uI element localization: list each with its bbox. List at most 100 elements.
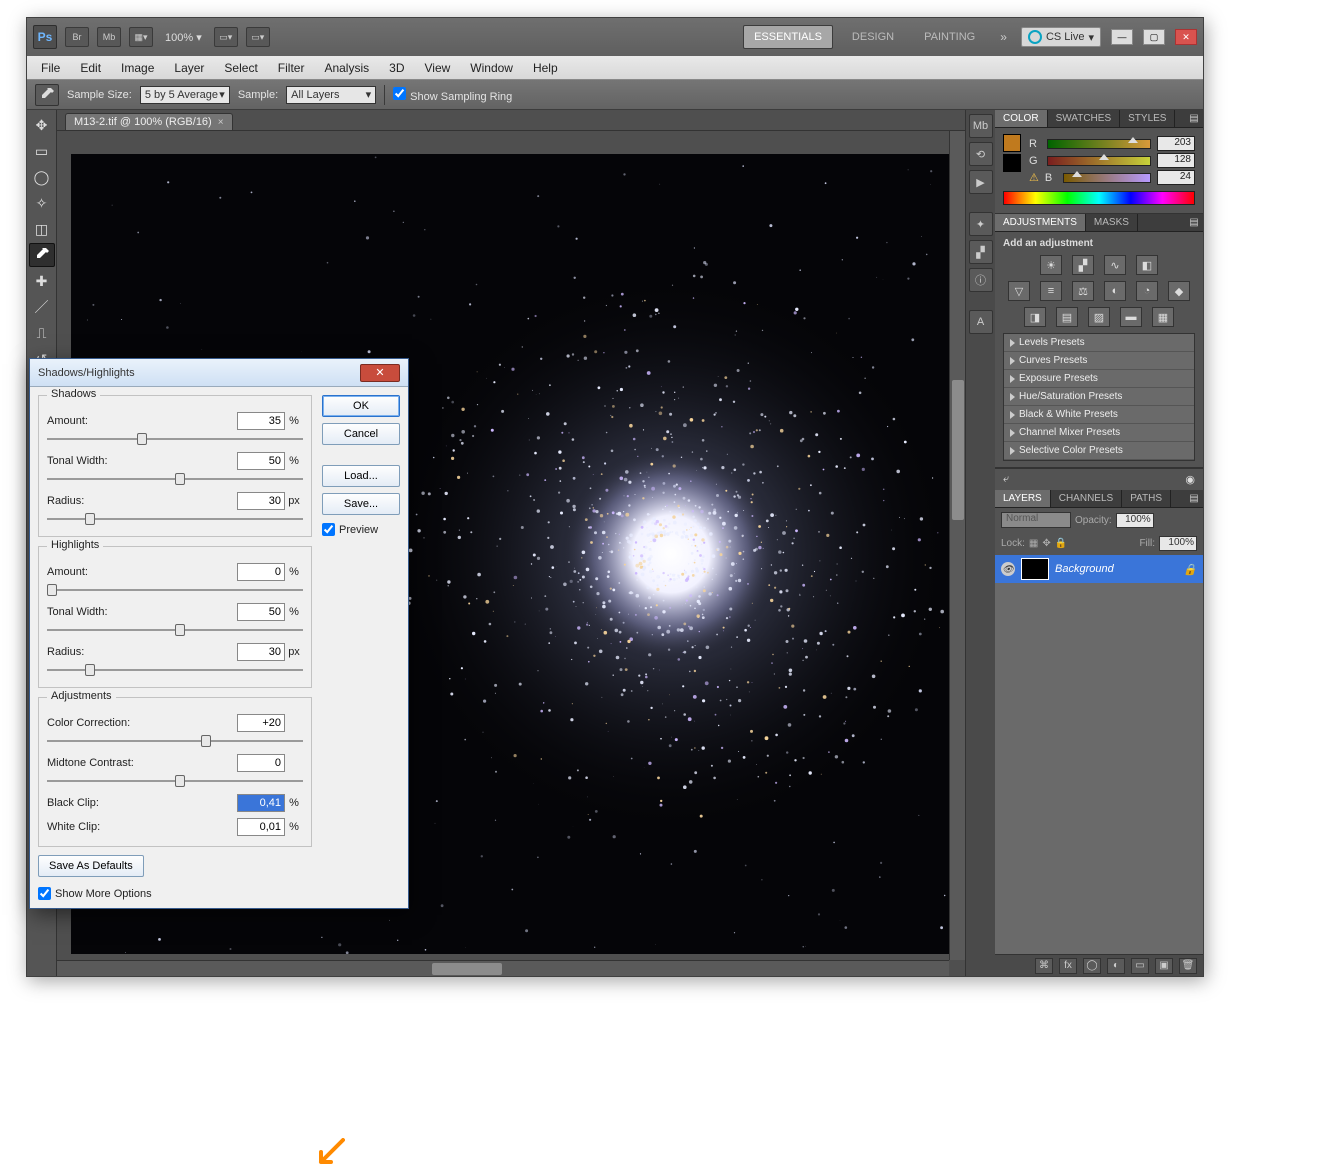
- adj-thresh-icon[interactable]: ▨: [1088, 307, 1110, 327]
- highlights-radius-input[interactable]: [237, 643, 285, 661]
- foreground-swatch[interactable]: [1003, 134, 1021, 152]
- r-slider[interactable]: [1047, 139, 1151, 149]
- window-close[interactable]: ✕: [1175, 29, 1197, 45]
- extras-icon[interactable]: ▭▾: [246, 27, 270, 47]
- document-tab-close[interactable]: ×: [218, 117, 224, 128]
- document-tab[interactable]: M13-2.tif @ 100% (RGB/16) ×: [65, 113, 233, 130]
- arrange-icon[interactable]: ▦▾: [129, 27, 153, 47]
- g-value[interactable]: 128: [1157, 153, 1195, 168]
- window-maximize[interactable]: ▢: [1143, 29, 1165, 45]
- mask-icon[interactable]: ◯: [1083, 958, 1101, 974]
- adj-invert-icon[interactable]: ◨: [1024, 307, 1046, 327]
- lock-position-icon[interactable]: ✥: [1042, 538, 1050, 549]
- tab-masks[interactable]: MASKS: [1086, 214, 1138, 231]
- tab-paths[interactable]: PATHS: [1122, 490, 1171, 507]
- adj-gradmap-icon[interactable]: ▬: [1120, 307, 1142, 327]
- g-slider[interactable]: [1047, 156, 1151, 166]
- preset-mixer[interactable]: Channel Mixer Presets: [1004, 424, 1194, 442]
- opacity-value[interactable]: 100%: [1116, 513, 1154, 528]
- midtone-contrast-input[interactable]: [237, 754, 285, 772]
- dialog-close[interactable]: ✕: [360, 364, 400, 382]
- shadows-tonal-slider[interactable]: [47, 472, 303, 486]
- menu-filter[interactable]: Filter: [268, 59, 315, 77]
- adj-return-icon[interactable]: ⤶: [1003, 473, 1009, 486]
- b-slider[interactable]: [1063, 173, 1151, 183]
- adj-mixer-icon[interactable]: ◆: [1168, 281, 1190, 301]
- vertical-scrollbar[interactable]: [949, 131, 965, 960]
- menu-image[interactable]: Image: [111, 59, 164, 77]
- preset-hue[interactable]: Hue/Saturation Presets: [1004, 388, 1194, 406]
- trash-icon[interactable]: 🗑: [1179, 958, 1197, 974]
- menu-help[interactable]: Help: [523, 59, 568, 77]
- sample-select[interactable]: All Layers▾: [286, 86, 376, 104]
- tab-color[interactable]: COLOR: [995, 110, 1048, 127]
- adj-brightness-icon[interactable]: ☀: [1040, 255, 1062, 275]
- workspace-painting[interactable]: PAINTING: [913, 25, 986, 49]
- dock-navigator-icon[interactable]: ✦: [969, 212, 993, 236]
- highlights-amount-slider[interactable]: [47, 583, 303, 597]
- dock-info-icon[interactable]: ⓘ: [969, 268, 993, 292]
- lock-pixels-icon[interactable]: ▦: [1029, 538, 1038, 549]
- link-layers-icon[interactable]: ⌘: [1035, 958, 1053, 974]
- dock-histogram-icon[interactable]: ▞: [969, 240, 993, 264]
- workspace-more-icon[interactable]: »: [994, 30, 1013, 44]
- white-clip-input[interactable]: [237, 818, 285, 836]
- tab-styles[interactable]: STYLES: [1120, 110, 1175, 127]
- brush-tool[interactable]: ／: [29, 295, 55, 319]
- horizontal-scrollbar[interactable]: [57, 960, 949, 976]
- menu-window[interactable]: Window: [460, 59, 523, 77]
- tab-layers[interactable]: LAYERS: [995, 490, 1051, 507]
- adj-balance-icon[interactable]: ⚖: [1072, 281, 1094, 301]
- adj-curves-icon[interactable]: ∿: [1104, 255, 1126, 275]
- highlights-tonal-input[interactable]: [237, 603, 285, 621]
- adj-bw-icon[interactable]: ◐: [1104, 281, 1126, 301]
- show-more-checkbox[interactable]: Show More Options: [38, 887, 152, 900]
- eyedropper-icon[interactable]: [35, 84, 59, 106]
- preset-levels[interactable]: Levels Presets: [1004, 334, 1194, 352]
- adjustments-panel-menu[interactable]: ▤: [1185, 214, 1203, 231]
- adj-levels-icon[interactable]: ▞: [1072, 255, 1094, 275]
- group-icon[interactable]: ▭: [1131, 958, 1149, 974]
- lock-all-icon[interactable]: 🔒: [1055, 538, 1067, 549]
- black-clip-input[interactable]: [237, 794, 285, 812]
- minibridge-icon[interactable]: Mb: [97, 27, 121, 47]
- save-defaults-button[interactable]: Save As Defaults: [38, 855, 144, 877]
- adj-exposure-icon[interactable]: ◧: [1136, 255, 1158, 275]
- fill-value[interactable]: 100%: [1159, 536, 1197, 551]
- adj-layer-icon[interactable]: ◐: [1107, 958, 1125, 974]
- bridge-icon[interactable]: Br: [65, 27, 89, 47]
- workspace-essentials[interactable]: ESSENTIALS: [743, 25, 833, 49]
- layers-panel-menu[interactable]: ▤: [1185, 490, 1203, 507]
- shadows-tonal-input[interactable]: [237, 452, 285, 470]
- shadows-amount-input[interactable]: [237, 412, 285, 430]
- blend-mode-select[interactable]: Normal: [1001, 512, 1071, 528]
- layer-row[interactable]: 👁 Background 🔒: [995, 555, 1203, 583]
- tab-adjustments[interactable]: ADJUSTMENTS: [995, 214, 1086, 231]
- lasso-tool[interactable]: ◯: [29, 165, 55, 189]
- midtone-contrast-slider[interactable]: [47, 774, 303, 788]
- color-panel-menu[interactable]: ▤: [1185, 110, 1203, 127]
- shadows-radius-input[interactable]: [237, 492, 285, 510]
- background-swatch[interactable]: [1003, 154, 1021, 172]
- preset-exposure[interactable]: Exposure Presets: [1004, 370, 1194, 388]
- window-minimize[interactable]: —: [1111, 29, 1133, 45]
- menu-analysis[interactable]: Analysis: [314, 59, 379, 77]
- preset-curves[interactable]: Curves Presets: [1004, 352, 1194, 370]
- menu-view[interactable]: View: [414, 59, 460, 77]
- eyedropper-tool[interactable]: [29, 243, 55, 267]
- dock-character-icon[interactable]: A: [969, 310, 993, 334]
- ok-button[interactable]: OK: [322, 395, 400, 417]
- dock-history-icon[interactable]: ⟲: [969, 142, 993, 166]
- move-tool[interactable]: ✥: [29, 113, 55, 137]
- shadows-radius-slider[interactable]: [47, 512, 303, 526]
- dock-minibridge-icon[interactable]: Mb: [969, 114, 993, 138]
- highlights-amount-input[interactable]: [237, 563, 285, 581]
- shadows-amount-slider[interactable]: [47, 432, 303, 446]
- load-button[interactable]: Load...: [322, 465, 400, 487]
- new-layer-icon[interactable]: ▣: [1155, 958, 1173, 974]
- menu-3d[interactable]: 3D: [379, 59, 414, 77]
- color-correction-input[interactable]: [237, 714, 285, 732]
- layer-visibility-icon[interactable]: 👁: [1001, 562, 1015, 576]
- preset-selcolor[interactable]: Selective Color Presets: [1004, 442, 1194, 460]
- fx-icon[interactable]: fx: [1059, 958, 1077, 974]
